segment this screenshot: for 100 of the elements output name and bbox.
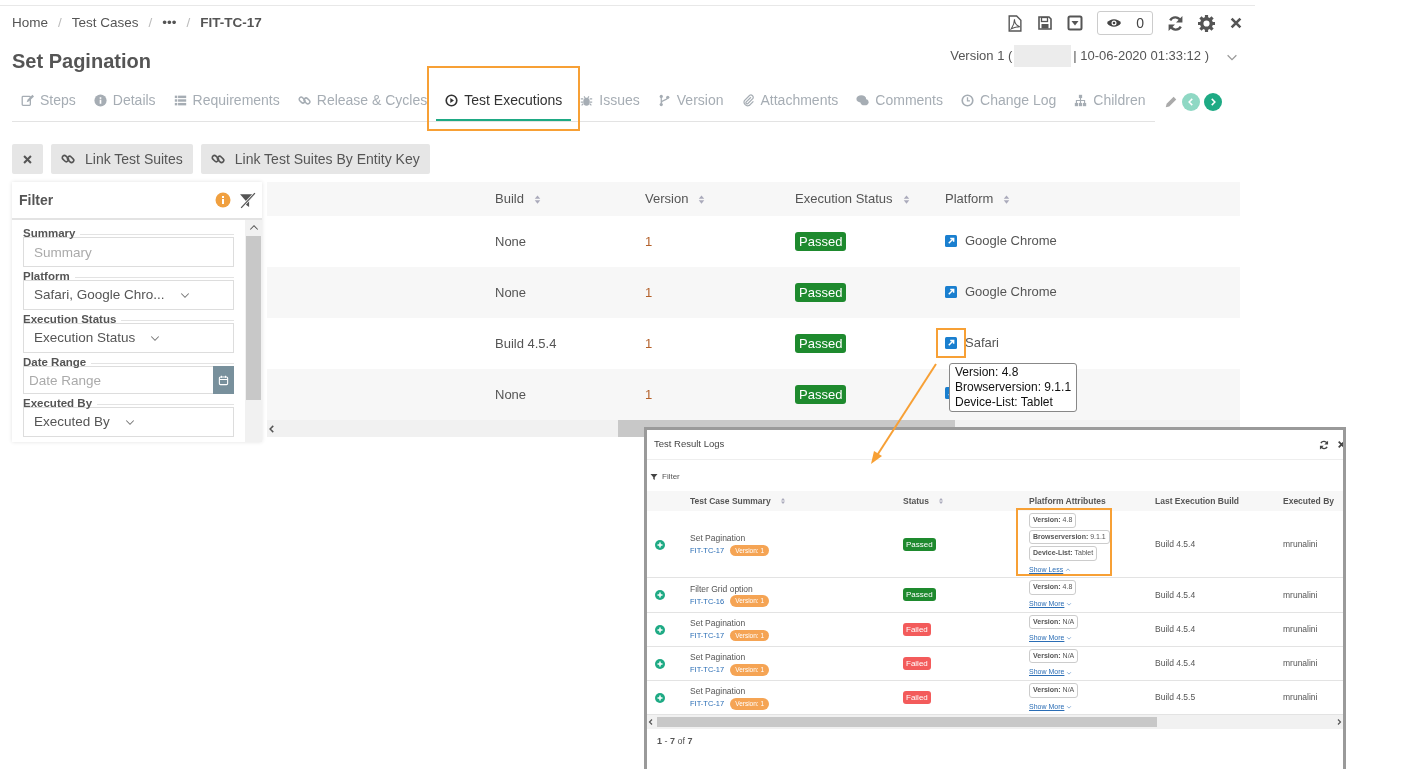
table-cell-text: Safari [965, 333, 999, 352]
status-badge: Failed [903, 691, 931, 705]
settings-icon[interactable] [1198, 14, 1215, 32]
page-title: Set Pagination [12, 49, 151, 73]
test-case-title: Filter Grid option [690, 582, 754, 596]
clear-filter-icon[interactable] [239, 191, 256, 209]
table-cell-text: Google Chrome [965, 282, 1057, 301]
tooltip-line: Version: 4.8 [955, 365, 1020, 380]
scrollbar-thumb[interactable] [246, 236, 261, 400]
external-link-icon[interactable] [945, 285, 957, 298]
link-icon [297, 94, 311, 107]
test-case-title: Set Pagination [690, 651, 747, 664]
status-badge: Passed [795, 384, 847, 404]
chevron-icon [1066, 635, 1073, 642]
expand-icon[interactable] [655, 590, 665, 601]
list-icon [173, 94, 187, 107]
close-icon[interactable] [1229, 16, 1243, 30]
breadcrumb-separator: / [148, 13, 153, 32]
test-case-title: Set Pagination [690, 531, 747, 545]
scrollbar-thumb[interactable] [657, 717, 1157, 728]
refresh-icon[interactable] [1319, 439, 1329, 450]
pagination-info: 1 - 7 of 7 [657, 736, 693, 747]
breadcrumb-separator: / [58, 13, 62, 32]
chevron-icon [1066, 703, 1073, 710]
table-cell: Build 4.5.4 [1155, 589, 1196, 600]
table-cell: None [495, 386, 527, 402]
info-icon[interactable] [215, 192, 231, 208]
info-icon [93, 94, 107, 107]
status-badge: Passed [795, 282, 847, 302]
test-case-title: Set Pagination [690, 616, 747, 630]
chevron-icon [1066, 669, 1073, 676]
calendar-icon [217, 374, 229, 386]
link-button[interactable]: Link Test Suites By Entity Key [200, 144, 430, 174]
breadcrumb-link[interactable]: Test Cases [71, 12, 139, 34]
table-cell: None [495, 284, 527, 300]
sitemap-icon [1074, 94, 1088, 107]
refresh-icon[interactable] [1167, 14, 1184, 32]
dropdown-icon[interactable] [1067, 15, 1084, 31]
status-badge: Failed [903, 656, 931, 670]
version-date: | 10-06-2020 01:33:12 ) [1073, 47, 1209, 66]
close-icon [22, 153, 33, 165]
chevron-left-icon [267, 423, 277, 434]
next-button[interactable] [1204, 93, 1223, 111]
pencil-icon[interactable] [1164, 95, 1179, 109]
table-cell: mrunalini [1283, 692, 1318, 703]
breadcrumb-current[interactable]: FIT-TC-17 [200, 12, 262, 34]
status-badge: Passed [795, 231, 847, 251]
link-icon [210, 152, 225, 166]
highlight-frame [936, 327, 966, 358]
tooltip-line: Device-List: Tablet [955, 395, 1054, 410]
column-header[interactable]: Build [495, 189, 543, 209]
table-cell: 1 [645, 233, 653, 249]
external-link-icon[interactable] [945, 234, 957, 247]
external-link-icon[interactable] [945, 336, 957, 349]
breadcrumb-link[interactable]: ••• [162, 12, 177, 34]
filter-link[interactable]: Filter [650, 471, 680, 483]
close-button[interactable] [12, 144, 43, 174]
table-cell-text: Google Chrome [965, 231, 1057, 250]
column-header[interactable]: Platform [945, 189, 1013, 209]
chat-icon [856, 94, 870, 107]
pdf-icon[interactable] [1006, 14, 1024, 32]
table-cell: None [495, 233, 527, 249]
edit-icon [21, 94, 34, 107]
filter-title: Filter [19, 190, 54, 210]
status-badge: Passed [903, 588, 936, 602]
expand-icon[interactable] [655, 693, 665, 703]
calendar-button[interactable] [212, 366, 234, 394]
status-badge: Passed [903, 537, 936, 551]
chevron-icon [1065, 566, 1072, 573]
column-header: Platform Attributes [1029, 494, 1106, 508]
tooltip-line: Browserversion: 9.1.1 [955, 380, 1072, 395]
save-icon[interactable] [1037, 15, 1054, 31]
status-badge: Failed [903, 622, 931, 636]
dialog-title: Test Result Logs [654, 437, 725, 452]
table-cell: mrunalini [1283, 538, 1318, 549]
link-icon [61, 152, 75, 166]
dropdown-field[interactable]: Safari, Google Chro... [23, 280, 234, 310]
breadcrumb-link[interactable]: Home [12, 12, 48, 34]
expand-icon[interactable] [655, 624, 665, 635]
breadcrumb-separator: / [186, 13, 191, 32]
expand-icon[interactable] [655, 658, 665, 669]
table-cell: 1 [645, 335, 653, 351]
expand-icon[interactable] [655, 539, 665, 550]
table-cell: mrunalini [1283, 623, 1318, 634]
play-icon [445, 94, 459, 107]
version-label: Version 1 ( [950, 47, 1013, 66]
table-cell: mrunalini [1283, 589, 1318, 600]
link-button[interactable]: Link Test Suites [51, 144, 193, 174]
chevron-left-icon [647, 718, 655, 727]
dropdown-field[interactable]: Execution Status [23, 323, 234, 353]
branch-icon [657, 94, 671, 107]
tab[interactable]: Test Executions [436, 90, 572, 121]
clock-icon [961, 94, 974, 107]
table-cell: Build 4.5.4 [1155, 658, 1196, 668]
chevron-icon [1066, 601, 1073, 607]
watchers-button[interactable]: 0 [1097, 11, 1153, 35]
column-header: Executed By [1283, 494, 1335, 508]
sort-icon [778, 497, 787, 505]
sort-icon [937, 497, 945, 505]
paperclip-icon [741, 94, 755, 107]
